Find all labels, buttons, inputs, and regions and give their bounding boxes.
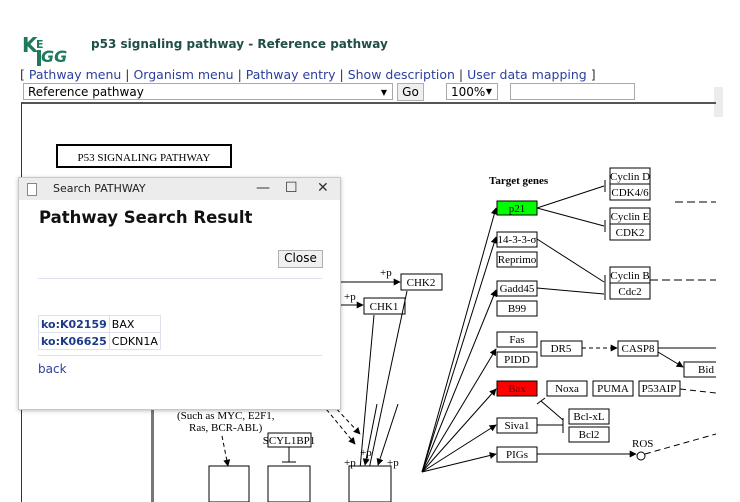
close-icon[interactable]: ✕ [317, 180, 329, 196]
node-scyl1bp1-label: SCYL1BP1 [263, 435, 316, 447]
phospho-label: +p [344, 457, 356, 469]
result-name: BAX [108, 315, 161, 333]
node-siva1-label: Siva1 [504, 420, 529, 432]
section-label: Target genes [489, 175, 549, 187]
node-cyclin-d-label: Cyclin D [610, 171, 650, 183]
bracket: ] [586, 67, 596, 82]
bracket: [ [20, 67, 29, 82]
phospho-label: +p [387, 457, 399, 469]
dialog-window-title: Search PATHWAY [53, 182, 146, 195]
maximize-icon[interactable]: ☐ [285, 180, 298, 196]
results-table: ko:K02159 BAX ko:K06625 CDKN1A [38, 315, 161, 350]
result-id-link[interactable]: ko:K02159 [38, 315, 110, 333]
phospho-label: +p [344, 291, 356, 303]
divider [38, 355, 322, 356]
go-button[interactable]: Go [397, 83, 424, 101]
dialog-heading: Pathway Search Result [39, 208, 253, 227]
dropdown-arrow-icon: ▼ [380, 88, 387, 97]
zoom-select[interactable]: 100% ▼ [446, 83, 498, 100]
node-14-3-3-label: 14-3-3-σ [498, 234, 537, 246]
separator: | [335, 67, 348, 82]
link-pathway-menu[interactable]: Pathway menu [29, 67, 121, 82]
node-bax-label: Bax [508, 383, 526, 395]
node-ros-label: ROS [632, 438, 653, 450]
table-row: ko:K02159 BAX [38, 315, 161, 333]
node-cdc2-label: Cdc2 [618, 286, 641, 298]
zoom-select-value: 100% [451, 85, 486, 99]
phospho-label: +p [380, 267, 392, 279]
node-casp8-label: CASP8 [621, 343, 655, 355]
separator: | [233, 67, 246, 82]
node-bcl2-label: Bcl2 [579, 429, 600, 441]
node-cyclin-e-label: Cyclin E [611, 211, 650, 223]
node-cdk2-label: CDK2 [616, 227, 645, 239]
phospho-label: +p [360, 447, 372, 459]
link-user-data-mapping[interactable]: User data mapping [467, 67, 587, 82]
node-pigs-label: PIGs [506, 449, 528, 461]
node-p53aip-label: P53AIP [642, 383, 677, 395]
svg-text:GG: GG [41, 47, 67, 66]
node-ros [636, 451, 646, 461]
node-p53 [348, 465, 392, 502]
search-pathway-dialog: Search PATHWAY — ☐ ✕ Pathway Search Resu… [18, 177, 341, 410]
node-noxa-label: Noxa [555, 383, 579, 395]
node-reprimo-label: Reprimo [498, 254, 537, 266]
close-button[interactable]: Close [278, 250, 323, 268]
dropdown-arrow-icon: ▼ [485, 87, 492, 96]
result-id-link[interactable]: ko:K06625 [38, 332, 110, 350]
link-pathway-entry[interactable]: Pathway entry [246, 67, 336, 82]
node-dr5-label: DR5 [551, 343, 572, 355]
node-p21-label: p21 [509, 203, 526, 215]
table-row: ko:K06625 CDKN1A [38, 332, 161, 350]
kegg-logo: K E GG [22, 33, 67, 66]
dialog-titlebar[interactable]: Search PATHWAY — ☐ ✕ [19, 178, 340, 200]
minimize-icon[interactable]: — [256, 180, 270, 196]
divider [38, 278, 322, 279]
link-show-description[interactable]: Show description [348, 67, 455, 82]
node-chk1-label: CHK1 [370, 301, 399, 313]
node-pidd-label: PIDD [504, 354, 530, 366]
pathway-select[interactable]: Reference pathway ▼ [23, 83, 393, 100]
node-chk2-label: CHK2 [407, 277, 436, 289]
node-fas-label: Fas [509, 334, 524, 346]
node-bclxl-label: Bcl-xL [573, 411, 604, 423]
map-title: P53 SIGNALING PATHWAY [77, 152, 210, 164]
separator: | [454, 67, 468, 82]
separator: | [121, 67, 134, 82]
document-icon [27, 183, 37, 196]
node-cyclin-b-label: Cyclin B [610, 270, 649, 282]
nav-links: [ Pathway menu | Organism menu | Pathway… [20, 67, 596, 82]
node-b99-label: B99 [508, 303, 527, 315]
membrane-bar [151, 399, 154, 502]
node-gadd45-label: Gadd45 [500, 283, 535, 295]
page-title: p53 signaling pathway - Reference pathwa… [91, 37, 388, 51]
oncogene-note: (Such as MYC, E2F1, [177, 410, 275, 422]
search-input[interactable] [510, 83, 635, 100]
result-name: CDKN1A [108, 332, 161, 350]
link-organism-menu[interactable]: Organism menu [133, 67, 233, 82]
oncogene-note: Ras, BCR-ABL) [189, 422, 263, 434]
node-puma-label: PUMA [597, 383, 629, 395]
back-link[interactable]: back [38, 362, 67, 376]
pathway-select-value: Reference pathway [28, 85, 144, 99]
node-bid-label: Bid [698, 364, 714, 376]
node-cdk46-label: CDK4/6 [611, 187, 649, 199]
